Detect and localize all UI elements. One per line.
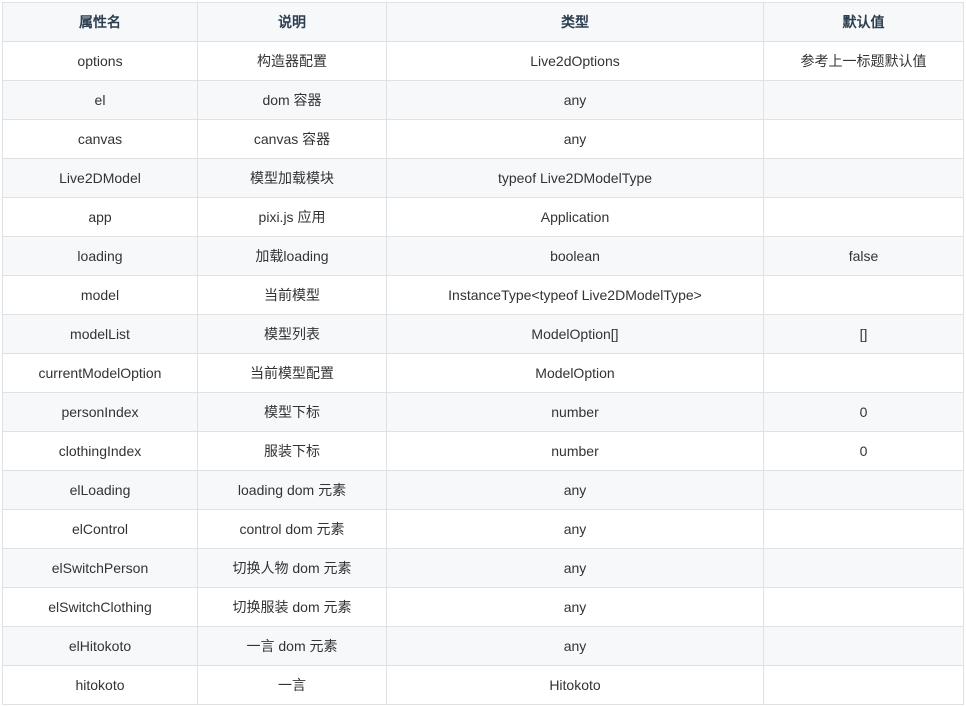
properties-table-container: 属性名 说明 类型 默认值 options 构造器配置 Live2dOption… (2, 2, 964, 705)
cell-default-value (763, 509, 964, 549)
table-row: options 构造器配置 Live2dOptions 参考上一标题默认值 (2, 41, 964, 81)
cell-description: 加载loading (197, 236, 387, 276)
cell-property-name: app (2, 197, 198, 237)
cell-type: any (386, 509, 764, 549)
table-row: elControl control dom 元素 any (2, 509, 964, 549)
cell-type: InstanceType<typeof Live2DModelType> (386, 275, 764, 315)
header-description: 说明 (197, 2, 387, 42)
cell-default-value (763, 665, 964, 705)
cell-property-name: currentModelOption (2, 353, 198, 393)
header-row: 属性名 说明 类型 默认值 (2, 2, 964, 42)
cell-default-value (763, 353, 964, 393)
cell-default-value: [] (763, 314, 964, 354)
cell-description: 构造器配置 (197, 41, 387, 81)
cell-type: ModelOption[] (386, 314, 764, 354)
table-row: Live2DModel 模型加载模块 typeof Live2DModelTyp… (2, 158, 964, 198)
cell-type: Hitokoto (386, 665, 764, 705)
cell-description: 当前模型配置 (197, 353, 387, 393)
cell-default-value: 0 (763, 392, 964, 432)
cell-type: any (386, 470, 764, 510)
cell-default-value: 参考上一标题默认值 (763, 41, 964, 81)
cell-description: 切换服装 dom 元素 (197, 587, 387, 627)
cell-property-name: Live2DModel (2, 158, 198, 198)
table-row: clothingIndex 服装下标 number 0 (2, 431, 964, 471)
cell-description: 模型下标 (197, 392, 387, 432)
table-row: currentModelOption 当前模型配置 ModelOption (2, 353, 964, 393)
cell-default-value: false (763, 236, 964, 276)
cell-property-name: elControl (2, 509, 198, 549)
cell-description: 模型列表 (197, 314, 387, 354)
cell-default-value (763, 119, 964, 159)
cell-property-name: options (2, 41, 198, 81)
cell-property-name: el (2, 80, 198, 120)
cell-default-value (763, 197, 964, 237)
cell-type: number (386, 392, 764, 432)
properties-table: 属性名 说明 类型 默认值 options 构造器配置 Live2dOption… (2, 2, 964, 705)
cell-type: any (386, 587, 764, 627)
table-row: modelList 模型列表 ModelOption[] [] (2, 314, 964, 354)
cell-default-value (763, 587, 964, 627)
cell-property-name: canvas (2, 119, 198, 159)
cell-property-name: loading (2, 236, 198, 276)
cell-description: loading dom 元素 (197, 470, 387, 510)
cell-default-value (763, 275, 964, 315)
cell-default-value: 0 (763, 431, 964, 471)
header-type: 类型 (386, 2, 764, 42)
cell-property-name: elHitokoto (2, 626, 198, 666)
table-header: 属性名 说明 类型 默认值 (2, 2, 964, 42)
cell-description: 模型加载模块 (197, 158, 387, 198)
cell-type: any (386, 548, 764, 588)
cell-property-name: elSwitchClothing (2, 587, 198, 627)
cell-type: any (386, 80, 764, 120)
table-body: options 构造器配置 Live2dOptions 参考上一标题默认值 el… (2, 41, 964, 705)
table-row: elHitokoto 一言 dom 元素 any (2, 626, 964, 666)
cell-description: 当前模型 (197, 275, 387, 315)
cell-description: 切换人物 dom 元素 (197, 548, 387, 588)
cell-default-value (763, 626, 964, 666)
cell-description: 服装下标 (197, 431, 387, 471)
cell-type: number (386, 431, 764, 471)
cell-type: any (386, 119, 764, 159)
table-row: loading 加载loading boolean false (2, 236, 964, 276)
cell-type: typeof Live2DModelType (386, 158, 764, 198)
cell-property-name: elLoading (2, 470, 198, 510)
cell-default-value (763, 158, 964, 198)
cell-description: control dom 元素 (197, 509, 387, 549)
table-row: el dom 容器 any (2, 80, 964, 120)
cell-default-value (763, 470, 964, 510)
cell-type: Application (386, 197, 764, 237)
cell-property-name: model (2, 275, 198, 315)
cell-property-name: personIndex (2, 392, 198, 432)
table-row: app pixi.js 应用 Application (2, 197, 964, 237)
cell-description: canvas 容器 (197, 119, 387, 159)
table-row: canvas canvas 容器 any (2, 119, 964, 159)
table-row: model 当前模型 InstanceType<typeof Live2DMod… (2, 275, 964, 315)
cell-default-value (763, 80, 964, 120)
cell-type: ModelOption (386, 353, 764, 393)
cell-property-name: hitokoto (2, 665, 198, 705)
cell-property-name: modelList (2, 314, 198, 354)
cell-description: 一言 dom 元素 (197, 626, 387, 666)
cell-default-value (763, 548, 964, 588)
table-row: elSwitchPerson 切换人物 dom 元素 any (2, 548, 964, 588)
cell-description: pixi.js 应用 (197, 197, 387, 237)
table-row: personIndex 模型下标 number 0 (2, 392, 964, 432)
cell-type: any (386, 626, 764, 666)
table-row: elLoading loading dom 元素 any (2, 470, 964, 510)
header-default-value: 默认值 (763, 2, 964, 42)
cell-type: Live2dOptions (386, 41, 764, 81)
cell-description: dom 容器 (197, 80, 387, 120)
cell-type: boolean (386, 236, 764, 276)
cell-property-name: clothingIndex (2, 431, 198, 471)
cell-property-name: elSwitchPerson (2, 548, 198, 588)
table-row: elSwitchClothing 切换服装 dom 元素 any (2, 587, 964, 627)
header-property-name: 属性名 (2, 2, 198, 42)
table-row: hitokoto 一言 Hitokoto (2, 665, 964, 705)
cell-description: 一言 (197, 665, 387, 705)
